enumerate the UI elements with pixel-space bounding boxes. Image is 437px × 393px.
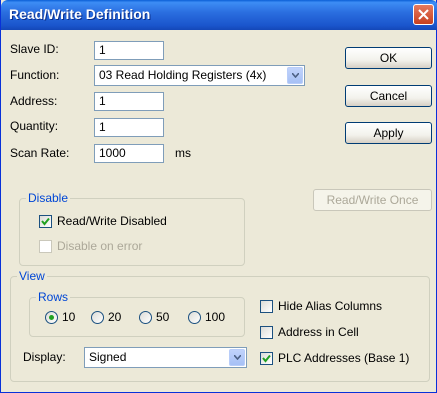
scan-rate-label: Scan Rate: (10, 146, 70, 160)
close-button[interactable] (413, 4, 434, 25)
quantity-label: Quantity: (10, 119, 59, 133)
close-icon (418, 9, 429, 20)
checkmark-icon (262, 354, 271, 363)
display-select[interactable]: Signed (84, 347, 247, 368)
slave-id-label: Slave ID: (10, 42, 59, 56)
disable-group: Disable (19, 191, 245, 266)
dialog-window: Read/Write Definition Slave ID: 1 Functi… (0, 0, 437, 393)
disable-group-title: Disable (26, 191, 71, 205)
function-select[interactable]: 03 Read Holding Registers (4x) (94, 65, 305, 86)
rows-option-10: 10 (62, 310, 76, 324)
title-bar[interactable]: Read/Write Definition (1, 0, 437, 30)
window-title: Read/Write Definition (9, 6, 151, 22)
cancel-button[interactable]: Cancel (345, 85, 432, 107)
rows-option-100: 100 (205, 310, 226, 324)
rows-radio-50[interactable] (139, 311, 152, 324)
checkmark-icon (41, 217, 50, 226)
display-dropdown-button[interactable] (229, 349, 245, 366)
read-write-disabled-checkbox[interactable] (39, 215, 52, 228)
rows-group-title: Rows (36, 290, 71, 304)
view-group-title: View (17, 269, 47, 283)
address-label: Address: (10, 94, 58, 108)
address-in-cell-checkbox[interactable] (260, 326, 273, 339)
quantity-input[interactable]: 1 (94, 118, 164, 137)
scan-rate-input[interactable]: 1000 (94, 144, 164, 163)
function-label: Function: (10, 68, 60, 82)
display-select-value: Signed (89, 350, 127, 364)
ok-button[interactable]: OK (345, 47, 432, 69)
slave-id-input[interactable]: 1 (94, 41, 164, 60)
rows-radio-100[interactable] (188, 311, 201, 324)
hide-alias-columns-checkbox[interactable] (260, 300, 273, 313)
rows-option-50: 50 (156, 310, 170, 324)
chevron-down-icon (234, 355, 241, 360)
rows-radio-20[interactable] (91, 311, 104, 324)
read-write-disabled-label: Read/Write Disabled (57, 214, 167, 228)
address-input[interactable]: 1 (94, 92, 164, 111)
plc-addresses-label: PLC Addresses (Base 1) (278, 351, 410, 365)
radio-selected-dot (49, 315, 54, 320)
function-dropdown-button[interactable] (287, 67, 303, 84)
read-write-once-button[interactable]: Read/Write Once (313, 189, 432, 211)
disable-on-error-label: Disable on error (57, 239, 143, 253)
apply-button[interactable]: Apply (345, 122, 432, 144)
hide-alias-columns-label: Hide Alias Columns (278, 299, 383, 313)
address-in-cell-label: Address in Cell (278, 325, 359, 339)
display-label: Display: (23, 350, 66, 364)
plc-addresses-checkbox[interactable] (260, 352, 273, 365)
rows-radio-10[interactable] (45, 311, 58, 324)
rows-option-20: 20 (108, 310, 122, 324)
scan-rate-unit: ms (175, 146, 191, 160)
function-select-value: 03 Read Holding Registers (4x) (99, 68, 267, 82)
chevron-down-icon (292, 73, 299, 78)
disable-on-error-checkbox[interactable] (39, 240, 52, 253)
